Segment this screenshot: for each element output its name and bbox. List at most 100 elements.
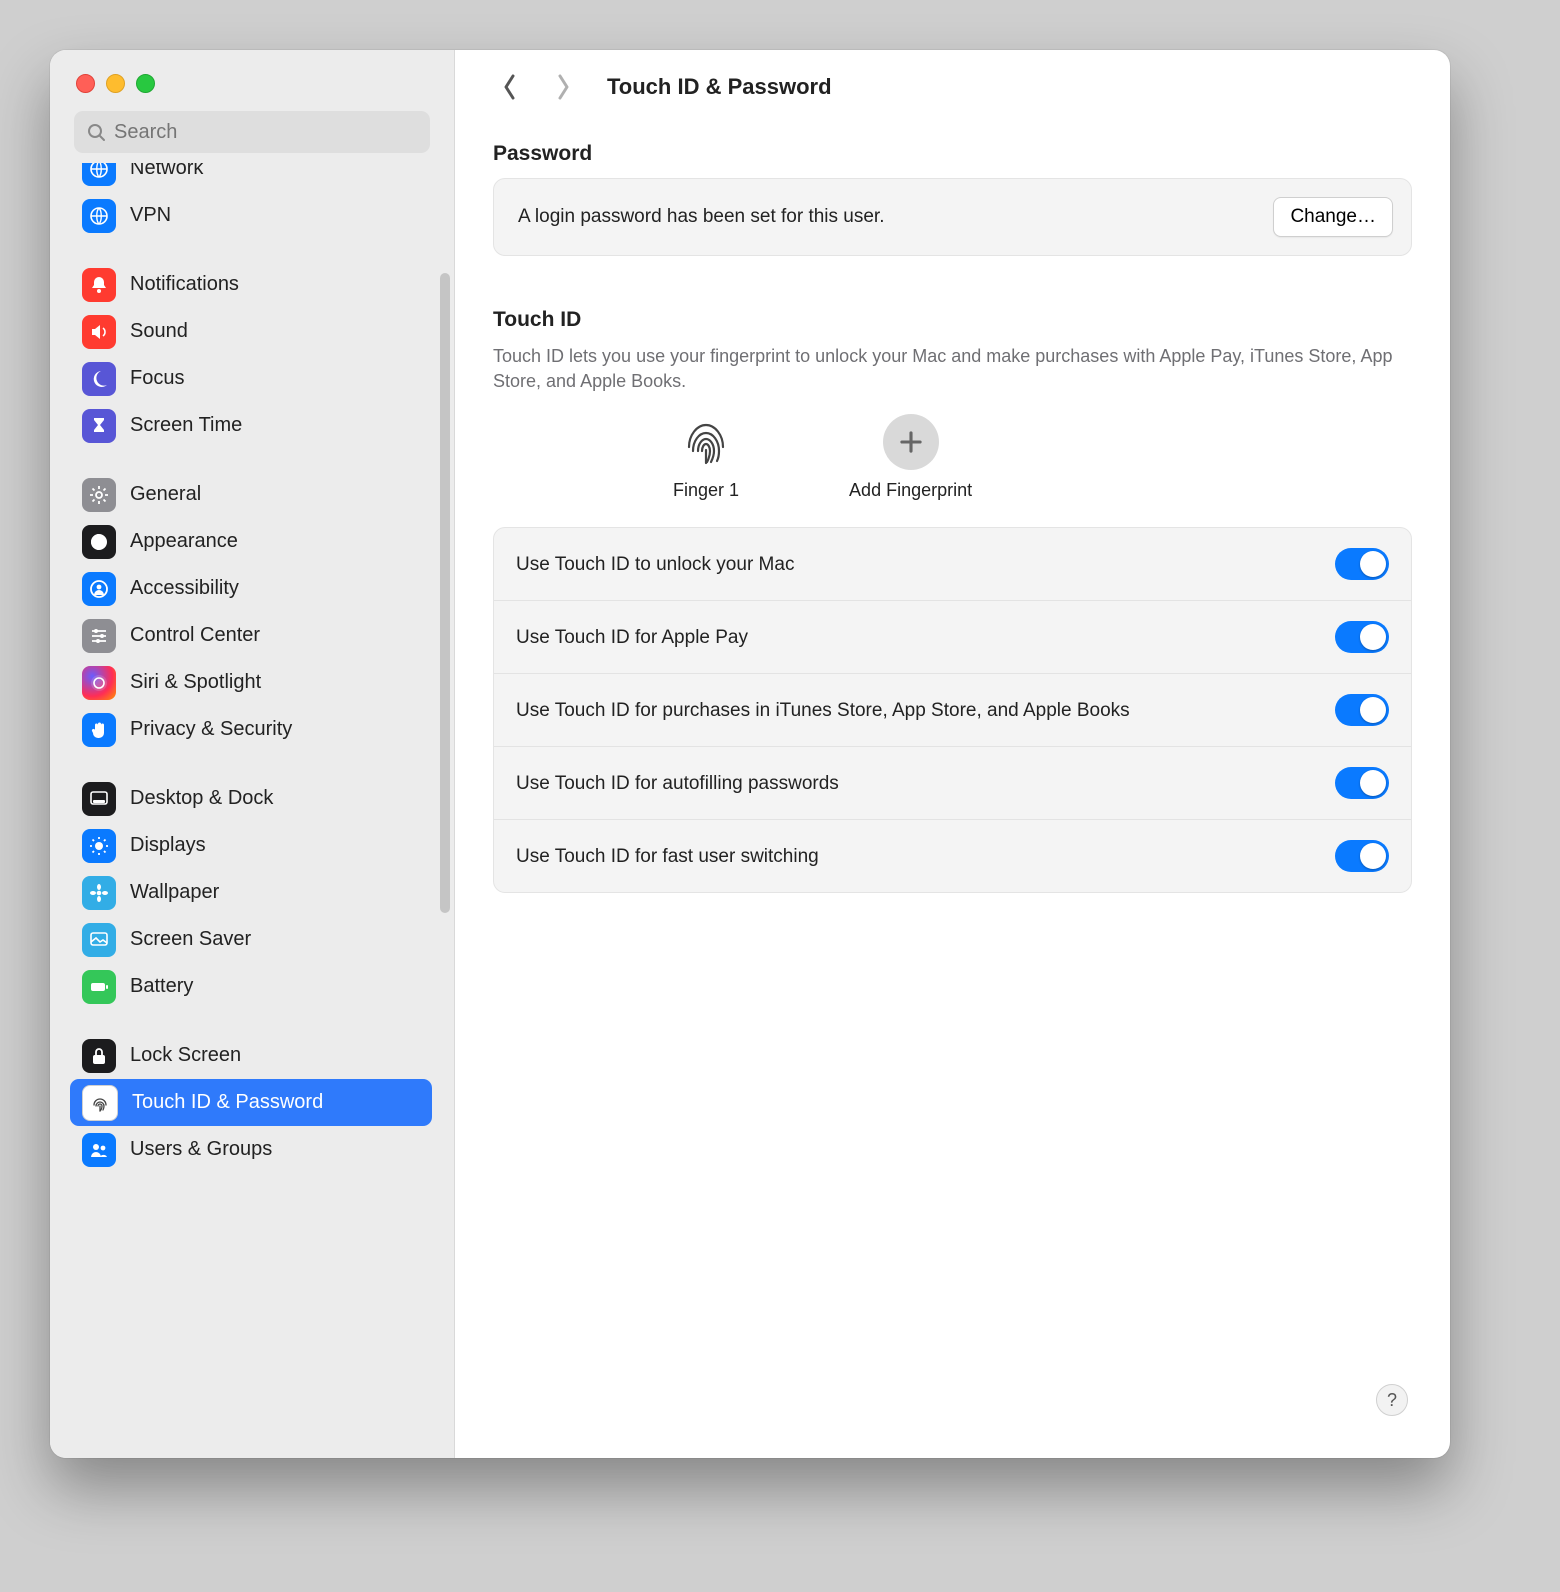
sidebar: Network VPN Notifications Sound Focus Screen …	[50, 50, 455, 1458]
gear-icon	[82, 478, 116, 512]
sidebar-item-siri[interactable]: Siri & Spotlight	[70, 659, 432, 706]
forward-button[interactable]	[547, 67, 579, 107]
sidebar-item-notifications[interactable]: Notifications	[70, 261, 432, 308]
sidebar-item-label: Displays	[130, 834, 206, 857]
bell-icon	[82, 268, 116, 302]
search-field[interactable]	[74, 111, 430, 153]
sidebar-item-wallpaper[interactable]: Wallpaper	[70, 869, 432, 916]
sidebar-item-label: Control Center	[130, 624, 260, 647]
toggle-label: Use Touch ID for fast user switching	[516, 844, 819, 870]
sidebar-item-desktop[interactable]: Desktop & Dock	[70, 775, 432, 822]
sidebar-item-label: Accessibility	[130, 577, 239, 600]
search-input[interactable]	[106, 110, 418, 154]
maximize-window-button[interactable]	[136, 74, 155, 93]
sidebar-item-label: Lock Screen	[130, 1044, 241, 1067]
sidebar-item-label: Users & Groups	[130, 1138, 272, 1161]
toggle-switch-4[interactable]	[1335, 840, 1389, 872]
sidebar-item-label: Wallpaper	[130, 881, 219, 904]
toggle-switch-3[interactable]	[1335, 767, 1389, 799]
sidebar-item-lockscreen[interactable]: Lock Screen	[70, 1032, 432, 1079]
moon-icon	[82, 362, 116, 396]
sidebar-item-label: General	[130, 483, 201, 506]
sidebar-item-screentime[interactable]: Screen Time	[70, 402, 432, 449]
minimize-window-button[interactable]	[106, 74, 125, 93]
sidebar-item-label: Siri & Spotlight	[130, 671, 261, 694]
sidebar-item-label: Screen Saver	[130, 928, 251, 951]
toggle-switch-2[interactable]	[1335, 694, 1389, 726]
speaker-icon	[82, 315, 116, 349]
toggle-switch-1[interactable]	[1335, 621, 1389, 653]
help-button[interactable]: ?	[1376, 1384, 1408, 1416]
sliders-icon	[82, 619, 116, 653]
sidebar-item-label: Desktop & Dock	[130, 787, 273, 810]
touchid-section-heading: Touch ID	[493, 308, 1412, 332]
sidebar-item-label: VPN	[130, 204, 171, 227]
sidebar-item-privacy[interactable]: Privacy & Security	[70, 706, 432, 753]
sidebar-item-sound[interactable]: Sound	[70, 308, 432, 355]
sidebar-item-vpn[interactable]: VPN	[70, 192, 432, 239]
sidebar-item-label: Appearance	[130, 530, 238, 553]
toggle-row-0: Use Touch ID to unlock your Mac	[494, 528, 1411, 600]
password-section-heading: Password	[493, 142, 1412, 166]
toggle-label: Use Touch ID for Apple Pay	[516, 625, 748, 651]
topbar: Touch ID & Password	[455, 50, 1450, 124]
toggle-label: Use Touch ID for purchases in iTunes Sto…	[516, 698, 1130, 724]
sidebar-item-general[interactable]: General	[70, 471, 432, 518]
sidebar-item-focus[interactable]: Focus	[70, 355, 432, 402]
fingerprint-1[interactable]: Finger 1	[673, 414, 739, 501]
sidebar-item-appearance[interactable]: Appearance	[70, 518, 432, 565]
sidebar-scrollbar[interactable]	[440, 273, 450, 913]
hourglass-icon	[82, 409, 116, 443]
lock-icon	[82, 1039, 116, 1073]
screensaver-icon	[82, 923, 116, 957]
globe-icon	[82, 199, 116, 233]
person-icon	[82, 572, 116, 606]
sidebar-item-label: Focus	[130, 367, 184, 390]
sidebar-item-controlcenter[interactable]: Control Center	[70, 612, 432, 659]
fingerprint-icon	[678, 414, 734, 470]
sidebar-item-label: Screen Time	[130, 414, 242, 437]
toggle-row-1: Use Touch ID for Apple Pay	[494, 600, 1411, 673]
toggle-row-2: Use Touch ID for purchases in iTunes Sto…	[494, 673, 1411, 746]
sidebar-item-label: Notifications	[130, 273, 239, 296]
password-card: A login password has been set for this u…	[493, 178, 1412, 256]
sidebar-item-label: Network	[130, 163, 203, 180]
battery-icon	[82, 970, 116, 1004]
password-status-text: A login password has been set for this u…	[518, 206, 885, 228]
users-icon	[82, 1133, 116, 1167]
contrast-icon	[82, 525, 116, 559]
page-title: Touch ID & Password	[607, 74, 832, 100]
toggle-label: Use Touch ID for autofilling passwords	[516, 771, 839, 797]
sidebar-item-network[interactable]: Network	[70, 163, 432, 192]
fingerprint-label: Finger 1	[673, 480, 739, 501]
sidebar-item-battery[interactable]: Battery	[70, 963, 432, 1010]
sidebar-item-touchid[interactable]: Touch ID & Password	[70, 1079, 432, 1126]
plus-icon	[883, 414, 939, 470]
fingerprint-icon	[82, 1085, 118, 1121]
toggle-switch-0[interactable]	[1335, 548, 1389, 580]
hand-icon	[82, 713, 116, 747]
sidebar-item-label: Privacy & Security	[130, 718, 292, 741]
search-icon	[86, 122, 106, 142]
touchid-toggle-list: Use Touch ID to unlock your Mac Use Touch…	[493, 527, 1412, 893]
add-fingerprint-button[interactable]: Add Fingerprint	[849, 414, 972, 501]
sidebar-item-label: Touch ID & Password	[132, 1091, 323, 1114]
sun-icon	[82, 829, 116, 863]
flower-icon	[82, 876, 116, 910]
sidebar-item-users[interactable]: Users & Groups	[70, 1126, 432, 1173]
toggle-row-4: Use Touch ID for fast user switching	[494, 819, 1411, 892]
settings-window: Network VPN Notifications Sound Focus Screen …	[50, 50, 1450, 1458]
sidebar-item-label: Battery	[130, 975, 193, 998]
window-controls	[50, 50, 454, 111]
siri-icon	[82, 666, 116, 700]
fingerprint-label: Add Fingerprint	[849, 480, 972, 501]
back-button[interactable]	[493, 67, 525, 107]
dock-icon	[82, 782, 116, 816]
touchid-description: Touch ID lets you use your fingerprint t…	[493, 344, 1412, 394]
sidebar-scroll: Network VPN Notifications Sound Focus Screen …	[50, 163, 454, 1458]
sidebar-item-displays[interactable]: Displays	[70, 822, 432, 869]
sidebar-item-screensaver[interactable]: Screen Saver	[70, 916, 432, 963]
sidebar-item-accessibility[interactable]: Accessibility	[70, 565, 432, 612]
change-password-button[interactable]: Change…	[1273, 197, 1393, 237]
close-window-button[interactable]	[76, 74, 95, 93]
